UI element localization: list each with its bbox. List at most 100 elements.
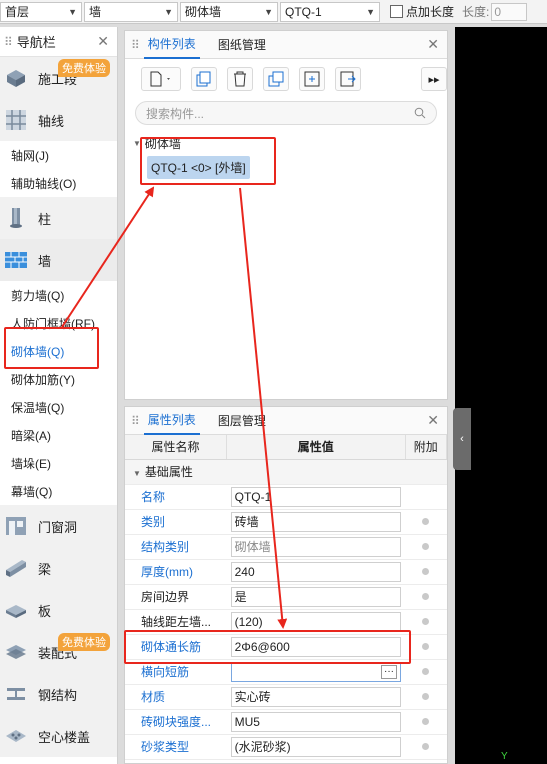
copy-to-floor-button[interactable] <box>263 67 289 91</box>
delete-button[interactable] <box>227 67 253 91</box>
tab-layer-management[interactable]: 图层管理 <box>214 407 270 435</box>
door-window-icon <box>6 517 26 535</box>
property-row: 砖砌块强度... MU5 <box>125 709 447 735</box>
nav-cat-construction[interactable]: 施工段 免费体验 <box>0 57 117 99</box>
free-trial-badge[interactable]: 免费体验 <box>58 59 110 77</box>
nav-cat-steel[interactable]: 钢结构 <box>0 673 117 715</box>
import-button[interactable] <box>299 67 325 91</box>
close-icon[interactable]: ✕ <box>427 36 439 53</box>
nav-item-insulation-wall[interactable]: 保温墙(Q) <box>0 393 117 421</box>
component-search[interactable]: 搜索构件... <box>135 101 437 125</box>
property-row: 砂浆类型 (水泥砂浆) <box>125 734 447 760</box>
column-icon <box>10 208 22 228</box>
length-input[interactable] <box>491 2 528 21</box>
tab-component-list[interactable]: 构件列表 <box>143 31 200 59</box>
wall-icon <box>5 252 27 268</box>
hollow-floor-icon <box>6 730 26 742</box>
grip-icon[interactable]: ⠿ <box>4 35 13 49</box>
search-icon[interactable] <box>414 107 426 119</box>
property-row: 房间边界是 <box>125 584 447 610</box>
nav-item-wall-pier[interactable]: 墙垛(E) <box>0 449 117 477</box>
property-value-field[interactable]: MU5 <box>230 711 401 732</box>
trash-icon <box>234 71 246 87</box>
component-select[interactable]: QTQ-1 ▼ <box>280 1 380 22</box>
nav-cat-beam[interactable]: 梁 <box>0 547 117 589</box>
point-length-checkbox[interactable]: 点加长度 <box>390 3 454 20</box>
property-row: 材质 实心砖 <box>125 684 447 710</box>
top-toolbar: 首层 ▼ 墙 ▼ 砌体墙 ▼ QTQ-1 ▼ 点加长度 长度: <box>0 0 547 24</box>
property-group-basic[interactable]: ▼ 基础属性 <box>125 459 447 485</box>
chevron-down-icon: ▼ <box>366 6 375 17</box>
property-value-field[interactable]: ··· <box>230 661 401 682</box>
property-value-field[interactable]: 实心砖 <box>230 686 401 707</box>
ellipsis-button[interactable]: ··· <box>381 664 397 679</box>
nav-header: ⠿ 导航栏 ✕ <box>0 27 117 57</box>
new-file-icon <box>150 71 170 87</box>
nav-item-shear-wall[interactable]: 剪力墙(Q) <box>0 281 117 309</box>
nav-cat-hollow-floor[interactable]: 空心楼盖 <box>0 715 117 757</box>
property-value-field[interactable]: QTQ-1 <box>230 486 401 507</box>
close-icon[interactable]: ✕ <box>97 33 109 50</box>
copy-icon <box>196 71 211 87</box>
extra-checkbox[interactable] <box>422 718 430 725</box>
property-value-field[interactable]: 240 <box>230 561 401 582</box>
nav-cat-column[interactable]: 柱 <box>0 197 117 239</box>
grid-icon <box>6 110 26 130</box>
collapse-panel-handle[interactable]: ‹ <box>453 408 471 470</box>
type-select[interactable]: 墙 ▼ <box>84 1 178 22</box>
checkbox-box[interactable] <box>390 5 403 18</box>
tab-property-list[interactable]: 属性列表 <box>143 407 200 435</box>
extra-checkbox[interactable] <box>422 568 430 575</box>
component-panel-header: ⠿ 构件列表 图纸管理 ✕ <box>125 31 447 59</box>
free-trial-badge[interactable]: 免费体验 <box>58 633 110 651</box>
extra-checkbox[interactable] <box>422 693 430 700</box>
nav-cat-axis[interactable]: 轴线 <box>0 99 117 141</box>
nav-item-axis-grid[interactable]: 轴网(J) <box>0 141 117 169</box>
steel-beam-icon <box>7 688 25 700</box>
export-icon <box>340 71 356 87</box>
slab-icon <box>6 605 26 618</box>
property-value-field: 砌体墙 <box>230 536 401 557</box>
nav-item-masonry-rebar[interactable]: 砌体加筋(Y) <box>0 365 117 393</box>
extra-checkbox[interactable] <box>422 593 430 600</box>
property-value-field[interactable]: 砖墙 <box>230 511 401 532</box>
prefab-icon <box>6 645 26 659</box>
drawing-canvas[interactable]: Y <box>455 27 547 764</box>
floor-select[interactable]: 首层 ▼ <box>0 1 82 22</box>
nav-cat-slab[interactable]: 板 <box>0 589 117 631</box>
property-row: 类别 砖墙 <box>125 509 447 535</box>
property-value-field[interactable]: (120) <box>230 611 401 632</box>
nav-item-curtain-wall[interactable]: 幕墙(Q) <box>0 477 117 505</box>
extra-checkbox[interactable] <box>422 743 430 750</box>
search-input[interactable]: 搜索构件... <box>146 105 204 122</box>
extra-checkbox[interactable] <box>422 543 430 550</box>
property-table: 属性名称 属性值 附加 ▼ 基础属性 名称 QTQ-1 类别 砖墙 结构类别 砌体墙 厚… <box>125 435 447 760</box>
export-button[interactable] <box>335 67 361 91</box>
chevron-down-icon: ▼ <box>164 6 173 17</box>
new-component-button[interactable] <box>141 67 181 91</box>
extra-checkbox[interactable] <box>422 618 430 625</box>
nav-cat-door-window[interactable]: 门窗洞 <box>0 505 117 547</box>
nav-cat-prefab[interactable]: 装配式 免费体验 <box>0 631 117 673</box>
property-row: 厚度(mm) 240 <box>125 559 447 585</box>
extra-checkbox[interactable] <box>422 518 430 525</box>
nav-cat-wall[interactable]: 墙 <box>0 239 117 281</box>
grip-icon[interactable]: ⠿ <box>131 38 140 52</box>
construction-section-icon <box>7 70 25 87</box>
chevron-down-icon: ▼ <box>68 6 77 17</box>
close-icon[interactable]: ✕ <box>427 412 439 429</box>
axis-y-label: Y <box>501 751 508 762</box>
extra-checkbox[interactable] <box>422 668 430 675</box>
nav-item-hidden-beam[interactable]: 暗梁(A) <box>0 421 117 449</box>
grip-icon[interactable]: ⠿ <box>131 414 140 428</box>
copy-button[interactable] <box>191 67 217 91</box>
nav-item-aux-axis[interactable]: 辅助轴线(O) <box>0 169 117 197</box>
nav-title: 导航栏 <box>16 35 56 50</box>
extra-checkbox[interactable] <box>422 643 430 650</box>
tab-drawing-management[interactable]: 图纸管理 <box>214 31 270 59</box>
property-value-field[interactable]: (水泥砂浆) <box>230 736 401 757</box>
property-value-field[interactable]: 是 <box>230 586 401 607</box>
subtype-select[interactable]: 砌体墙 ▼ <box>180 1 278 22</box>
collapse-triangle-icon[interactable]: ▼ <box>133 469 141 478</box>
more-tools-button[interactable]: ▸▸ <box>421 67 447 91</box>
